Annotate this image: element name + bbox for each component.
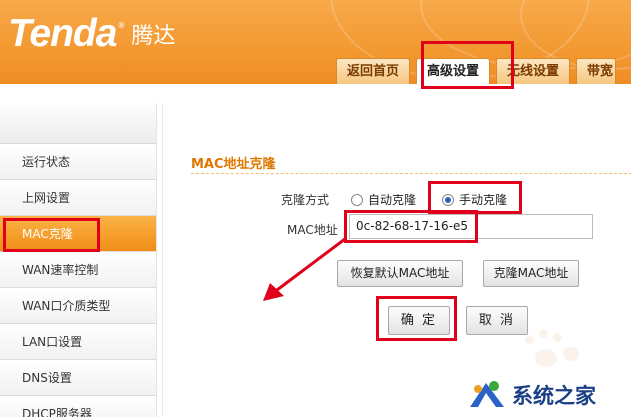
sidebar-item-wan-media-type[interactable]: WAN口介质类型 <box>0 288 156 324</box>
sidebar-item-internet-settings[interactable]: 上网设置 <box>0 180 156 216</box>
tab-wireless-settings[interactable]: 无线设置 <box>496 58 571 84</box>
page-title: MAC地址克隆 <box>191 157 276 172</box>
mac-address-input[interactable]: 0c-82-68-17-16-e5 <box>349 214 593 239</box>
tenda-logo: Tenda ® 腾达 <box>8 14 175 54</box>
registered-mark: ® <box>117 21 126 30</box>
sidebar-item-lan-settings[interactable]: LAN口设置 <box>0 324 156 360</box>
sidebar-item-wan-speed[interactable]: WAN速率控制 <box>0 252 156 288</box>
watermark-logo-icon <box>466 377 508 413</box>
main-panel: MAC地址克隆 克隆方式 自动克隆 手动克隆 MAC地址 0c-82-68-17… <box>162 103 631 417</box>
watermark-text: 系统之家 <box>512 383 596 408</box>
mac-address-label: MAC地址 <box>287 223 338 237</box>
top-tabs: 返回首页 高级设置 无线设置 带宽 <box>336 58 617 84</box>
brand-name-cn: 腾达 <box>131 24 176 49</box>
sidebar-item-dns-settings[interactable]: DNS设置 <box>0 360 156 396</box>
tab-bandwidth[interactable]: 带宽 <box>576 58 617 84</box>
auto-clone-label[interactable]: 自动克隆 <box>368 191 416 208</box>
title-divider <box>191 173 631 174</box>
brand-name: Tenda <box>8 12 117 55</box>
header-bar: Tenda ® 腾达 返回首页 高级设置 无线设置 带宽 <box>0 0 631 84</box>
manual-clone-label[interactable]: 手动克隆 <box>459 191 507 208</box>
clone-mac-button[interactable]: 克隆MAC地址 <box>483 260 579 287</box>
restore-default-mac-button[interactable]: 恢复默认MAC地址 <box>337 260 463 287</box>
sidebar-item-dhcp-server[interactable]: DHCP服务器 <box>0 396 156 417</box>
sidebar-header <box>0 103 156 144</box>
tab-advanced-settings[interactable]: 高级设置 <box>416 58 491 84</box>
sidebar-item-status[interactable]: 运行状态 <box>0 144 156 180</box>
site-watermark: 系统之家 <box>466 372 631 417</box>
sidebar-item-mac-clone[interactable]: MAC克隆 <box>0 216 156 252</box>
manual-clone-radio[interactable] <box>442 194 454 206</box>
sidebar: 运行状态 上网设置 MAC克隆 WAN速率控制 WAN口介质类型 LAN口设置 … <box>0 103 157 417</box>
auto-clone-radio[interactable] <box>351 194 363 206</box>
ok-button[interactable]: 确 定 <box>388 306 450 335</box>
clone-mode-label: 克隆方式 <box>281 193 330 207</box>
tab-home[interactable]: 返回首页 <box>336 58 411 84</box>
